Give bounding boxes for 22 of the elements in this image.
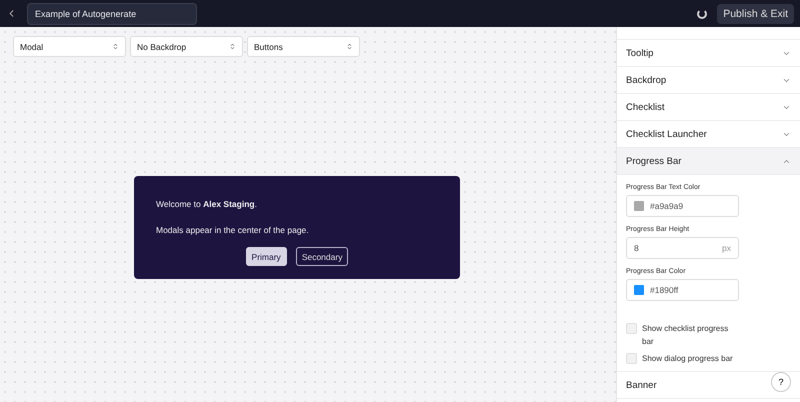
select-dropdown[interactable]: No Backdrop [130,36,243,57]
select-dropdown[interactable]: Buttons [247,36,360,57]
number-field[interactable]: 8 px [626,237,739,259]
checkbox-label: Show dialog progress bar [642,353,734,365]
spinner-icon [697,8,708,18]
secondary-button[interactable]: Secondary [296,247,348,266]
primary-button[interactable]: Primary [246,247,287,266]
checkbox-label: Show checklist progress bar [642,323,730,348]
select-dropdown[interactable]: Modal [13,36,126,57]
sort-arrows-icon [112,43,119,50]
sort-arrows-icon [346,43,353,50]
color-field[interactable]: #1890ff [626,279,739,301]
publish-button[interactable]: Publish & Exit [717,4,794,24]
checkbox[interactable] [626,323,637,334]
body-text: Modals appear in the center of the page. [156,225,310,235]
color-field[interactable]: #a9a9a9 [626,195,739,217]
accordion-header[interactable]: Progress Bar [617,148,800,175]
title-field[interactable]: Example of Autogenerate [27,2,197,24]
welcome-text: Welcome to Alex Staging. [156,199,258,209]
unit-label: px [722,243,731,253]
sort-arrows-icon [229,43,236,50]
checkbox[interactable] [626,353,637,364]
